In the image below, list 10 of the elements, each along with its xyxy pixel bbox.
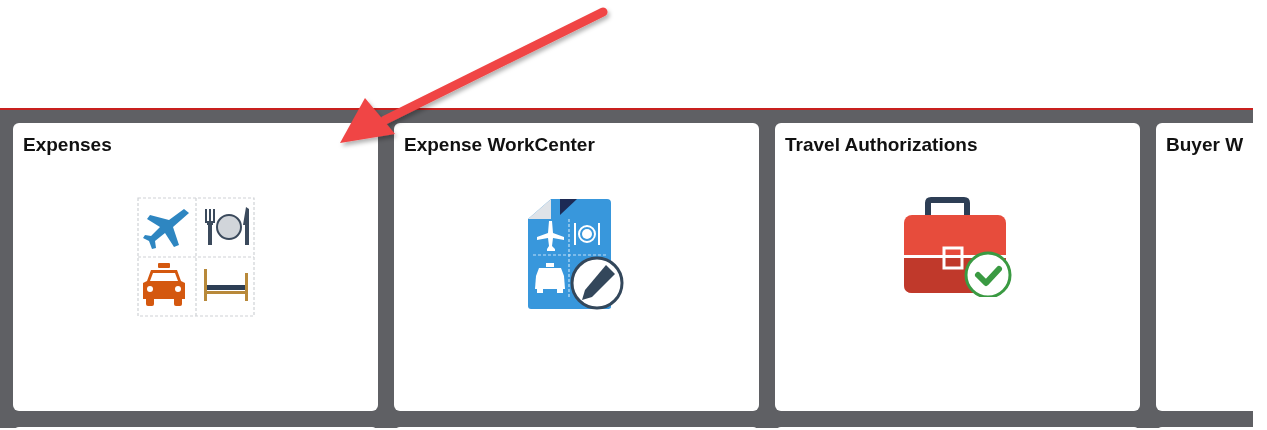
tile-card[interactable]: Expenses [13, 123, 378, 411]
tile-title: Buyer W [1166, 134, 1245, 156]
tile-card[interactable]: Expense WorkCenter [394, 123, 759, 411]
tile-title: Travel Authorizations [785, 134, 979, 156]
tile-title: Expenses [23, 134, 113, 156]
travel-expense-icon [136, 197, 255, 317]
tile-card[interactable]: Travel Authorizations [775, 123, 1140, 411]
tile-title: Expense WorkCenter [404, 134, 596, 156]
tile-card[interactable]: Buyer W [1156, 123, 1253, 411]
briefcase-check-icon [901, 197, 1014, 297]
